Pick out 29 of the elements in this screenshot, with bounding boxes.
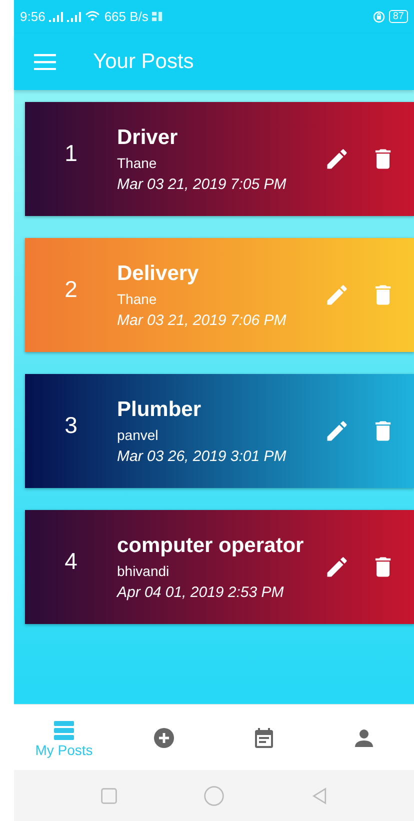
rotation-lock-icon bbox=[372, 10, 385, 22]
post-date: Mar 03 21, 2019 7:06 PM bbox=[117, 312, 288, 328]
post-date: Mar 03 21, 2019 7:05 PM bbox=[117, 176, 288, 192]
post-title: Delivery bbox=[117, 262, 200, 286]
post-date: Mar 03 26, 2019 3:01 PM bbox=[117, 448, 288, 464]
post-card[interactable]: 1 Driver Thane Mar 03 21, 2019 7:05 PM bbox=[25, 102, 414, 216]
battery-level: 87 bbox=[388, 10, 408, 23]
wifi-icon bbox=[85, 11, 100, 22]
post-title: Driver bbox=[117, 126, 179, 150]
post-location: panvel bbox=[117, 426, 160, 442]
calendar-icon bbox=[252, 726, 276, 750]
post-number: 2 bbox=[64, 276, 78, 303]
post-number: 4 bbox=[64, 548, 78, 575]
network-speed: 665 B/s bbox=[104, 9, 148, 24]
signal-icon bbox=[67, 12, 82, 22]
post-number: 1 bbox=[64, 140, 78, 167]
post-date: Apr 04 01, 2019 2:53 PM bbox=[117, 584, 285, 600]
status-time: 9:56 bbox=[20, 9, 46, 24]
post-location: Thane bbox=[117, 290, 158, 306]
signal-icon bbox=[49, 12, 64, 22]
post-card[interactable]: 3 Plumber panvel Mar 03 26, 2019 3:01 PM bbox=[25, 374, 414, 488]
app-title: Your Posts bbox=[93, 50, 194, 74]
post-title: computer operator bbox=[117, 534, 304, 558]
add-icon bbox=[152, 726, 176, 750]
post-location: Thane bbox=[117, 154, 158, 170]
post-location: bhivandi bbox=[117, 562, 170, 578]
post-title: Plumber bbox=[117, 398, 202, 422]
post-card[interactable]: 4 computer operator bhivandi Apr 04 01, 2019 2:53 PM bbox=[25, 510, 414, 624]
post-number: 3 bbox=[64, 412, 78, 439]
